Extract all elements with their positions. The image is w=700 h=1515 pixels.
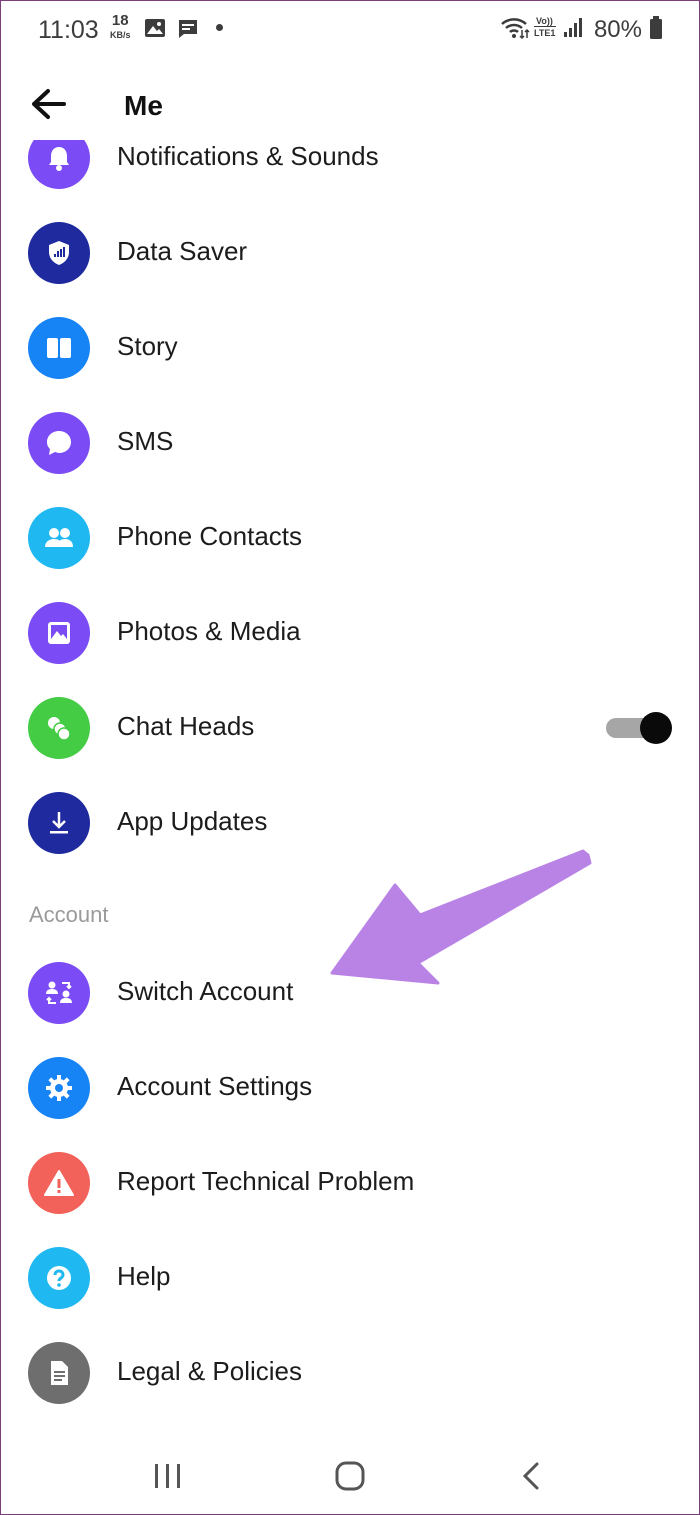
menu-item-legal-policies[interactable]: Legal & Policies bbox=[0, 1325, 700, 1420]
back-arrow-icon[interactable] bbox=[28, 84, 68, 124]
menu-item-photos-media[interactable]: Photos & Media bbox=[0, 585, 700, 680]
document-icon bbox=[28, 1342, 90, 1404]
warning-icon bbox=[28, 1152, 90, 1214]
svg-text:LTE1: LTE1 bbox=[534, 28, 555, 38]
menu-item-label: App Updates bbox=[117, 806, 268, 836]
switch-account-icon bbox=[28, 962, 90, 1024]
menu-item-account-settings[interactable]: Account Settings bbox=[0, 1040, 700, 1135]
menu-item-chat-heads[interactable]: Chat Heads bbox=[0, 680, 700, 775]
network-speed: 18 KB/s bbox=[110, 12, 131, 42]
svg-text:Vo)): Vo)) bbox=[536, 16, 553, 26]
system-nav-bar bbox=[0, 1440, 700, 1510]
chat-heads-icon bbox=[28, 697, 90, 759]
back-nav-icon[interactable] bbox=[512, 1458, 552, 1494]
signal-icon bbox=[562, 16, 584, 43]
menu-item-phone-contacts[interactable]: Phone Contacts bbox=[0, 490, 700, 585]
menu-item-data-saver[interactable]: Data Saver bbox=[0, 205, 700, 300]
section-header-account: Account bbox=[29, 902, 109, 927]
volte-icon: Vo)) LTE1 bbox=[533, 14, 559, 45]
menu-item-sms[interactable]: SMS bbox=[0, 395, 700, 490]
home-icon[interactable] bbox=[330, 1458, 370, 1494]
download-icon bbox=[28, 792, 90, 854]
message-notification-icon bbox=[177, 18, 199, 45]
recent-apps-icon[interactable] bbox=[148, 1458, 188, 1494]
story-icon bbox=[28, 317, 90, 379]
menu-item-report-problem[interactable]: Report Technical Problem bbox=[0, 1135, 700, 1230]
help-icon bbox=[28, 1247, 90, 1309]
menu-item-story[interactable]: Story bbox=[0, 300, 700, 395]
gallery-notification-icon bbox=[144, 18, 166, 43]
menu-item-label: Data Saver bbox=[117, 236, 248, 266]
chat-heads-toggle[interactable] bbox=[606, 708, 672, 748]
menu-item-label: Story bbox=[117, 331, 178, 361]
gear-icon bbox=[28, 1057, 90, 1119]
network-speed-unit: KB/s bbox=[110, 30, 131, 40]
menu-item-switch-account[interactable]: Switch Account bbox=[0, 945, 700, 1040]
shield-signal-icon bbox=[28, 222, 90, 284]
menu-item-app-updates[interactable]: App Updates bbox=[0, 775, 700, 870]
contacts-icon bbox=[28, 507, 90, 569]
battery-icon bbox=[649, 16, 663, 45]
toggle-knob bbox=[640, 712, 672, 744]
menu-item-label: Photos & Media bbox=[117, 616, 301, 646]
wifi-icon bbox=[500, 16, 530, 45]
menu-item-help[interactable]: Help bbox=[0, 1230, 700, 1325]
menu-item-label: Account Settings bbox=[117, 1071, 313, 1101]
app-header: Me bbox=[0, 60, 700, 150]
more-notifications-dot bbox=[216, 24, 223, 31]
menu-item-label: Report Technical Problem bbox=[117, 1166, 415, 1196]
image-icon bbox=[28, 602, 90, 664]
battery-percent: 80% bbox=[593, 16, 642, 43]
menu-item-label: Legal & Policies bbox=[117, 1356, 302, 1386]
menu-item-label: Switch Account bbox=[117, 976, 294, 1006]
menu-item-label: Help bbox=[117, 1261, 171, 1291]
menu-item-label: SMS bbox=[117, 426, 174, 456]
menu-item-label: Chat Heads bbox=[117, 711, 255, 741]
network-speed-value: 18 bbox=[111, 12, 129, 29]
page-title: Me bbox=[124, 90, 163, 121]
menu-item-label: Phone Contacts bbox=[117, 521, 303, 551]
status-time: 11:03 bbox=[38, 16, 99, 44]
chat-bubble-icon bbox=[28, 412, 90, 474]
status-bar: 11:03 18 KB/s Vo)) LTE1 80% bbox=[0, 0, 700, 60]
